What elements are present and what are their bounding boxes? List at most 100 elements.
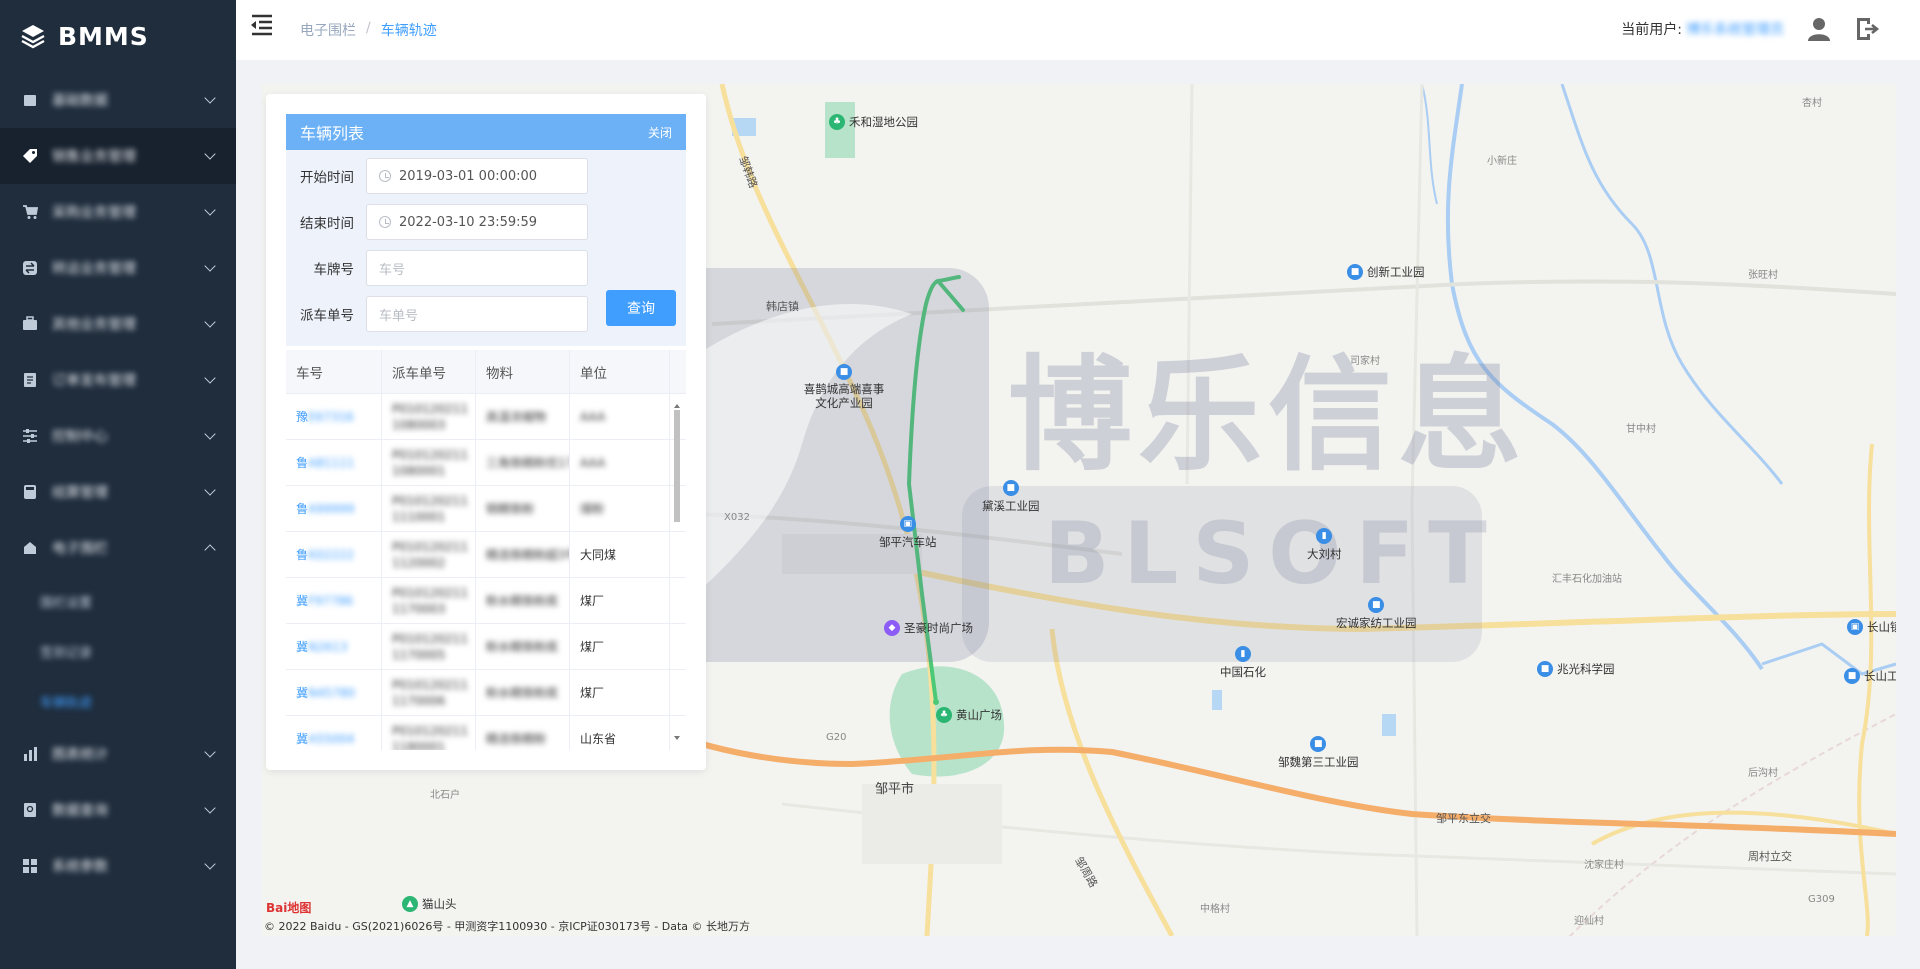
breadcrumb-parent[interactable]: 电子围栏 [300, 20, 356, 40]
poi-bus-station[interactable]: ▣ 邹平汽车站 [879, 516, 937, 550]
close-panel-button[interactable]: 关闭 [648, 124, 672, 141]
poi-daixi-park[interactable]: ■ 黛溪工业园 [982, 480, 1040, 514]
chevron-up-icon [204, 544, 216, 556]
sidebar-item-data-query[interactable]: 数据查询 [0, 782, 236, 838]
poi-heli-park[interactable]: ♣ 禾和湿地公园 [829, 114, 918, 130]
user-area: 当前用户: 博乐系统管理员 [1621, 16, 1880, 42]
poi-zouwei-park[interactable]: ■ 邹魏第三工业园 [1278, 736, 1359, 770]
place-label: 北石户 [430, 790, 460, 801]
sidebar-item-system-params[interactable]: 系统参数 [0, 838, 236, 894]
sidebar-item-label: 图表统计 [52, 747, 108, 763]
sidebar-item-label: 控制中心 [52, 429, 108, 445]
start-time-input[interactable]: 2019-03-01 00:00:00 [366, 158, 588, 194]
logout-icon[interactable] [1854, 16, 1880, 42]
current-user-name: 博乐系统管理员 [1686, 22, 1784, 38]
poi-innovation-park[interactable]: ■ 创新工业园 [1347, 264, 1425, 280]
table-row[interactable]: 冀 F97786 P0101202111170003 粉水精铁粉底 煤厂 [286, 578, 686, 624]
plate-prefix: 冀 [296, 732, 309, 746]
scrollbar-thumb[interactable] [674, 410, 680, 522]
sidebar-item-control-center[interactable]: 控制中心 [0, 408, 236, 464]
table-row[interactable]: 鲁 K02222 P0101202111120002 精选铁精粉超3号 大同煤 [286, 532, 686, 578]
sidebar-subitem-checkin-records[interactable]: 签到记录 [0, 626, 236, 676]
poi-changshan-town[interactable]: ▣ 长山镇 [1847, 619, 1896, 635]
sidebar-item-transfer[interactable]: 转运业务管理 [0, 240, 236, 296]
sidebar-item-sales[interactable]: 销售业务管理 [0, 128, 236, 184]
sidebar-item-other[interactable]: 其他业务管理 [0, 296, 236, 352]
poi-sinopec[interactable]: ▮ 中国石化 [1220, 646, 1266, 680]
column-header-unit[interactable]: 单位 [570, 350, 670, 393]
app-logo[interactable]: BMMS [0, 0, 236, 72]
plate-cell[interactable]: 鲁 K02222 [286, 532, 382, 577]
plate-prefix: 冀 [296, 686, 309, 700]
poi-label: 长山工业 [1864, 669, 1896, 683]
table-scrollbar[interactable] [672, 402, 682, 742]
place-label: 邹平东立交 [1436, 812, 1491, 825]
plate-cell[interactable]: 冀 N2613 [286, 624, 382, 669]
sidebar-subitem-fence-settings[interactable]: 围栏设置 [0, 576, 236, 626]
vehicle-list-panel: 车辆列表 关闭 开始时间 2019-03-01 00:00:00 结束时间 20… [266, 94, 706, 770]
sidebar-item-geofence[interactable]: 电子围栏 [0, 520, 236, 576]
sidebar-item-order-publish[interactable]: 订单发布管理 [0, 352, 236, 408]
plate-prefix: 豫 [296, 410, 309, 424]
plate-cell[interactable]: 冀 A55004 [286, 716, 382, 750]
poi-huangshan-plaza[interactable]: ♣ 黄山广场 [936, 707, 1002, 723]
mountain-icon: ▲ [402, 896, 418, 912]
plate-prefix: 冀 [296, 640, 309, 654]
order-cell: P0101202111120002 [382, 532, 476, 577]
dispatch-order-input[interactable]: 车单号 [366, 296, 588, 332]
column-header-order[interactable]: 派车单号 [382, 350, 476, 393]
poi-label: 兆光科学园 [1557, 662, 1615, 676]
sidebar-item-basic-data[interactable]: 基础数据 [0, 72, 236, 128]
breadcrumb-current: 车辆轨迹 [380, 23, 437, 39]
table-row[interactable]: 冀 A55004 P0101202111180001 精选铁精粉 山东省 [286, 716, 686, 750]
table-row[interactable]: 鲁 A99999 P0101202111110001 铜精铁粉 煤粉 [286, 486, 686, 532]
place-label: 汇丰石化加油站 [1552, 574, 1622, 585]
baidu-map-logo[interactable]: Bai地图 [266, 899, 311, 916]
material-cell: 铜精铁粉 [476, 486, 570, 531]
poi-changshan-industry[interactable]: ■ 长山工业 [1844, 668, 1896, 684]
column-header-material[interactable]: 物料 [476, 350, 570, 393]
watermark-text-cn: 博乐信息 [1008, 344, 1529, 488]
sidebar-item-purchase[interactable]: 采购业务管理 [0, 184, 236, 240]
table-row[interactable]: 冀 N45780 P0101202111170006 粉水精铁粉底 煤厂 [286, 670, 686, 716]
poi-xique-park[interactable]: ■ 喜鹊城高端喜事文化产业园 [801, 364, 887, 410]
poi-maoshantou[interactable]: ▲ 猫山头 [402, 896, 457, 912]
unit-cell: 大同煤 [570, 532, 670, 577]
sidebar-item-settlement[interactable]: 结算管理 [0, 464, 236, 520]
calculator-icon [22, 484, 38, 500]
top-header: 电子围栏 / 车辆轨迹 当前用户: 博乐系统管理员 [236, 0, 1920, 60]
poi-gas-station[interactable]: ▮ 大刘村 [1307, 528, 1342, 562]
bus-icon: ▣ [1847, 619, 1863, 635]
road-number-label: X032 [724, 512, 750, 523]
plate-cell[interactable]: 鲁 A81111 [286, 440, 382, 485]
plate-cell[interactable]: 冀 N45780 [286, 670, 382, 715]
plate-cell[interactable]: 豫 E67316 [286, 394, 382, 439]
column-header-plate[interactable]: 车号 [286, 350, 382, 393]
sidebar-item-charts[interactable]: 图表统计 [0, 726, 236, 782]
plate-prefix: 鲁 [296, 502, 309, 516]
unit-value: 煤厂 [580, 640, 605, 654]
plate-cell[interactable]: 鲁 A99999 [286, 486, 382, 531]
end-time-input[interactable]: 2022-03-10 23:59:59 [366, 204, 588, 240]
hamburger-icon[interactable] [250, 14, 274, 36]
poi-shenghao-plaza[interactable]: ◆ 圣豪时尚广场 [884, 620, 973, 636]
user-icon[interactable] [1806, 16, 1832, 42]
table-row[interactable]: 冀 N2613 P0101202111170005 粉水精铁粉底 煤厂 [286, 624, 686, 670]
order-value: P0101202111110001 [392, 493, 468, 524]
plate-input[interactable]: 车号 [366, 250, 588, 286]
order-cell: P0101202111180001 [382, 716, 476, 750]
plate-number: A55004 [308, 731, 355, 746]
query-button[interactable]: 查询 [606, 290, 676, 326]
sidebar-subitem-vehicle-track[interactable]: 车辆轨迹 [0, 676, 236, 726]
plate-cell[interactable]: 冀 F97786 [286, 578, 382, 623]
poi-zhaoguang-park[interactable]: ■ 兆光科学园 [1537, 661, 1615, 677]
chevron-down-icon [204, 204, 216, 216]
place-label: 杏村 [1802, 98, 1822, 109]
sidebar-item-label: 采购业务管理 [52, 205, 136, 221]
city-label: 邹平市 [875, 782, 915, 797]
table-row[interactable]: 鲁A81111 P0101202111080001 三角铁精粉优17号 AAA [286, 440, 686, 486]
poi-hongcheng-park[interactable]: ■ 宏诚家纺工业园 [1336, 597, 1417, 631]
table-row[interactable]: 豫 E67316 P0101202111080003 高温浓缩物 AAA [286, 394, 686, 440]
sidebar-item-label: 数据查询 [52, 803, 108, 819]
start-time-label: 开始时间 [300, 170, 354, 186]
